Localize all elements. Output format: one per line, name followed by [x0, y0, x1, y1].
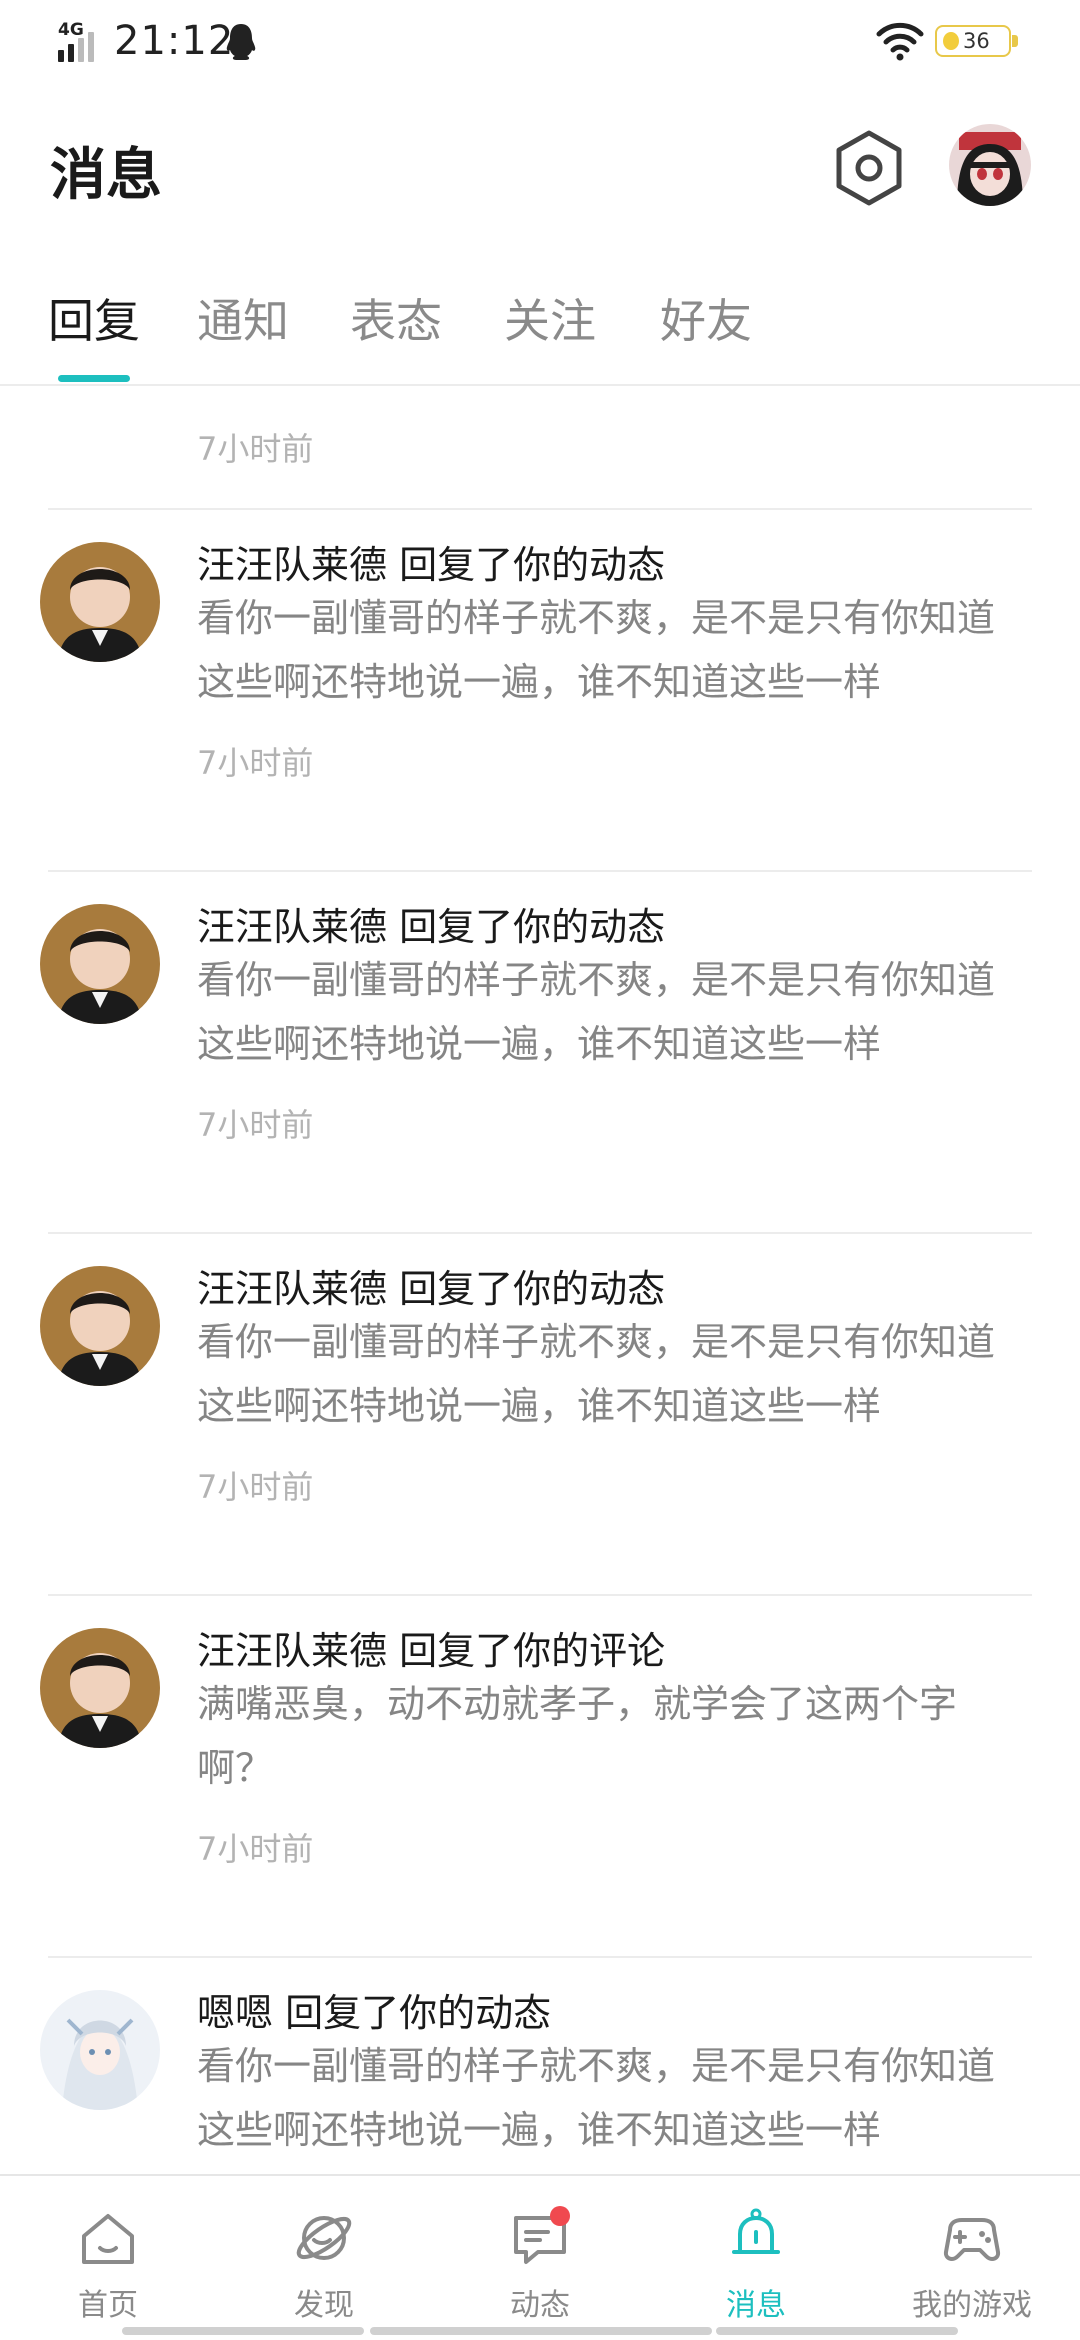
qq-icon: [224, 22, 258, 62]
wifi-icon: [875, 22, 925, 62]
list-item[interactable]: 汪汪队莱德 回复了你的评论 满嘴恶臭，动不动就孝子，就学会了这两个字啊？ 7小时…: [0, 1596, 1080, 1956]
list-item[interactable]: 汪汪队莱德 回复了你的动态 看你一副懂哥的样子就不爽，是不是只有你知道这些啊还特…: [0, 510, 1080, 870]
battery-icon: 36: [935, 25, 1020, 57]
signal-icon: 4G: [56, 20, 106, 62]
gesture-bar: [370, 2327, 712, 2335]
nav-label: 动态: [510, 2288, 570, 2323]
item-title: 汪汪队莱德 回复了你的动态: [197, 1267, 666, 1311]
user-avatar[interactable]: [40, 1266, 160, 1386]
item-title: 嗯嗯 回复了你的动态: [197, 1991, 552, 2035]
user-avatar[interactable]: [40, 542, 160, 662]
chat-bubble-icon: [508, 2206, 572, 2270]
list-item[interactable]: 嗯嗯 回复了你的动态 看你一副懂哥的样子就不爽，是不是只有你知道这些啊还特地说一…: [0, 1958, 1080, 2174]
gesture-bar: [716, 2327, 958, 2335]
item-body: 看你一副懂哥的样子就不爽，是不是只有你知道这些啊还特地说一遍，谁不知道这些一样: [197, 958, 996, 1066]
item-time: 7小时前: [197, 1830, 314, 1868]
tab-reply[interactable]: 回复: [48, 285, 140, 351]
item-title: 汪汪队莱德 回复了你的动态: [197, 905, 666, 949]
gesture-bar: [122, 2327, 364, 2335]
bottom-nav: 首页 发现 动态 消息 我的游戏: [0, 2174, 1080, 2340]
nav-messages[interactable]: 消息: [676, 2176, 836, 2326]
unread-badge: [550, 2206, 570, 2226]
planet-icon: [292, 2206, 356, 2270]
screen: 4G 21:12 36 消息 回复 通知 表态 关注 好友 7小时前 汪汪队莱德…: [0, 0, 1080, 2340]
gamepad-icon: [940, 2206, 1004, 2270]
item-body: 看你一副懂哥的样子就不爽，是不是只有你知道这些啊还特地说一遍，谁不知道这些一样: [197, 2044, 996, 2152]
status-bar: 4G 21:12 36: [0, 0, 1080, 90]
item-title: 汪汪队莱德 回复了你的评论: [197, 1629, 666, 1673]
list-item[interactable]: 汪汪队莱德 回复了你的动态 看你一副懂哥的样子就不爽，是不是只有你知道这些啊还特…: [0, 872, 1080, 1232]
item-body: 看你一副懂哥的样子就不爽，是不是只有你知道这些啊还特地说一遍，谁不知道这些一样: [197, 1320, 996, 1428]
settings-hexagon-icon[interactable]: [832, 128, 906, 208]
page-title: 消息: [50, 143, 162, 208]
item-title: 汪汪队莱德 回复了你的动态: [197, 543, 666, 587]
item-time: 7小时前: [197, 744, 314, 782]
status-time: 21:12: [114, 18, 235, 64]
bell-icon: [724, 2206, 788, 2270]
tab-reaction[interactable]: 表态: [350, 285, 442, 351]
item-time: 7小时前: [197, 1468, 314, 1506]
nav-feed[interactable]: 动态: [460, 2176, 620, 2326]
nav-label: 消息: [726, 2288, 786, 2323]
battery-level: 36: [963, 29, 990, 53]
nav-my-games[interactable]: 我的游戏: [892, 2176, 1052, 2326]
user-avatar[interactable]: [40, 1628, 160, 1748]
user-avatar[interactable]: [40, 1990, 160, 2110]
nav-label: 发现: [294, 2288, 354, 2323]
tab-notice[interactable]: 通知: [197, 285, 289, 351]
list-item[interactable]: 汪汪队莱德 回复了你的动态 看你一副懂哥的样子就不爽，是不是只有你知道这些啊还特…: [0, 1234, 1080, 1594]
item-time: 7小时前: [197, 1106, 314, 1144]
item-time: 7小时前: [197, 430, 314, 468]
active-tab-indicator: [58, 375, 130, 382]
home-icon: [76, 2206, 140, 2270]
nav-label: 首页: [78, 2288, 138, 2323]
network-type: 4G: [58, 20, 84, 40]
message-list[interactable]: 7小时前 汪汪队莱德 回复了你的动态 看你一副懂哥的样子就不爽，是不是只有你知道…: [0, 386, 1080, 2174]
tab-follow[interactable]: 关注: [504, 285, 596, 351]
item-body: 看你一副懂哥的样子就不爽，是不是只有你知道这些啊还特地说一遍，谁不知道这些一样: [197, 596, 996, 704]
user-avatar[interactable]: [40, 904, 160, 1024]
profile-avatar[interactable]: [949, 124, 1031, 206]
nav-label: 我的游戏: [912, 2288, 1032, 2323]
nav-discover[interactable]: 发现: [244, 2176, 404, 2326]
item-body: 满嘴恶臭，动不动就孝子，就学会了这两个字啊？: [197, 1682, 958, 1790]
nav-home[interactable]: 首页: [28, 2176, 188, 2326]
tab-bar: 回复 通知 表态 关注 好友: [0, 285, 1080, 385]
tab-friends[interactable]: 好友: [660, 285, 752, 351]
